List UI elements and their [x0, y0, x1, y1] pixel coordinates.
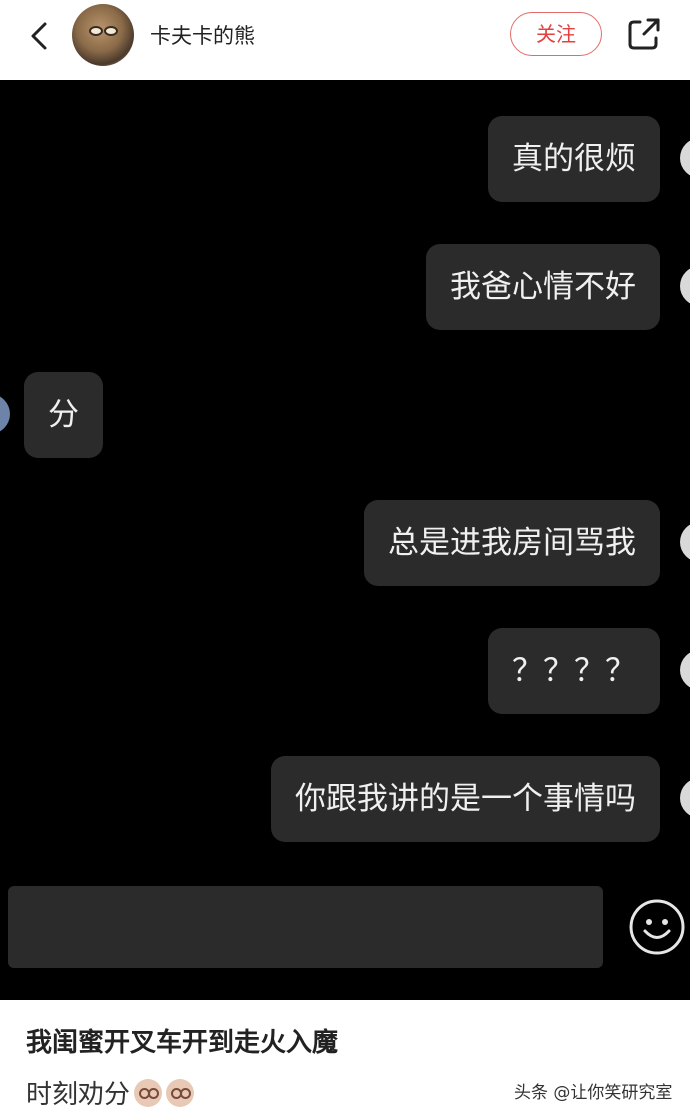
facepalm-emoji-icon — [166, 1078, 195, 1107]
message-bubble: 我爸心情不好 — [426, 244, 660, 330]
message-bubble: 分 — [24, 372, 103, 458]
message-bubble: 总是进我房间骂我 — [364, 500, 660, 586]
peer-avatar[interactable] — [0, 394, 10, 434]
facepalm-emoji-icon — [134, 1078, 163, 1107]
self-avatar[interactable] — [680, 138, 690, 178]
share-external-icon[interactable] — [624, 14, 664, 54]
message-input[interactable] — [8, 886, 603, 968]
message-bubble: 真的很烦 — [488, 116, 660, 202]
username[interactable]: 卡夫卡的熊 — [150, 20, 255, 50]
caption-subtitle-text: 时刻劝分 — [26, 1080, 131, 1110]
chat-area: 真的很烦 我爸心情不好 分 总是进我房间骂我 ？？？？ 你跟我讲的是一个事情吗 — [0, 80, 690, 1000]
caption-subtitle: 时刻劝分 — [26, 1074, 195, 1111]
chevron-left-icon[interactable] — [22, 18, 58, 54]
watermark: 头条 @让你笑研究室 — [514, 1083, 673, 1103]
self-avatar[interactable] — [680, 266, 690, 306]
message-bubble: ？？？？ — [488, 628, 660, 714]
smiley-face-icon[interactable] — [628, 898, 686, 956]
self-avatar[interactable] — [680, 778, 690, 818]
chat-header: 卡夫卡的熊 关注 — [0, 0, 690, 80]
caption-title: 我闺蜜开叉车开到走火入魔 — [26, 1028, 339, 1058]
self-avatar[interactable] — [680, 522, 690, 562]
follow-button[interactable]: 关注 — [510, 12, 602, 56]
self-avatar[interactable] — [680, 650, 690, 690]
avatar[interactable] — [72, 4, 134, 66]
message-bubble: 你跟我讲的是一个事情吗 — [271, 756, 660, 842]
